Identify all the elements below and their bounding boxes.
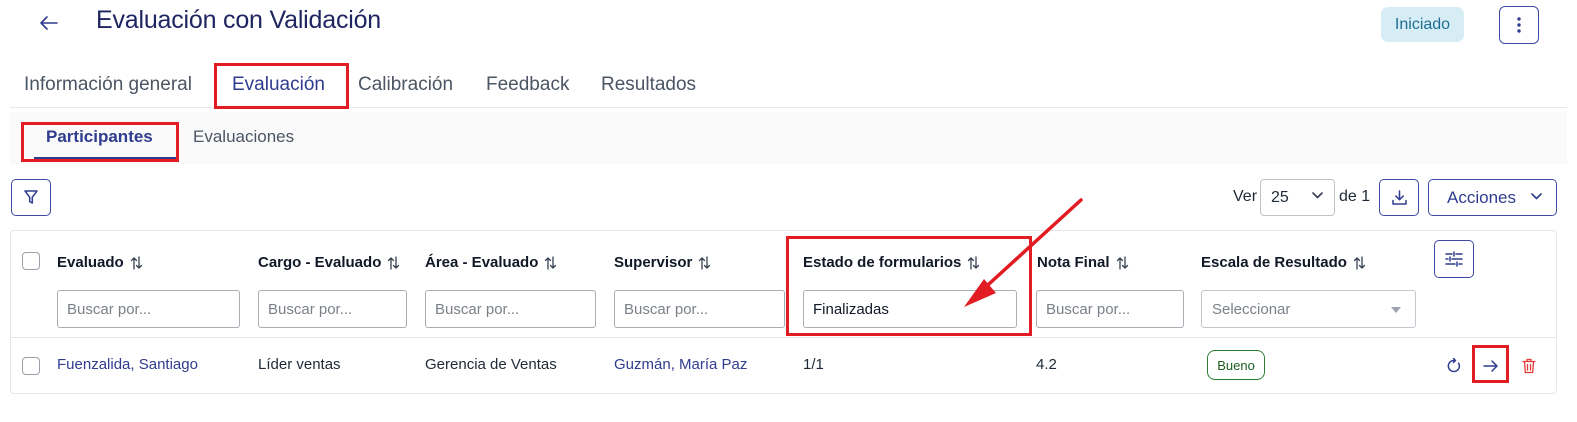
highlight-subtab-participantes: [21, 122, 179, 162]
tab-resultados[interactable]: Resultados: [601, 64, 696, 106]
subtab-evaluaciones[interactable]: Evaluaciones: [193, 112, 294, 162]
tab-calibracion[interactable]: Calibración: [358, 64, 453, 106]
column-header-supervisor[interactable]: Supervisor: [614, 254, 711, 271]
tab-informacion-general[interactable]: Información general: [24, 64, 192, 106]
sort-icon[interactable]: [130, 255, 143, 270]
highlight-estado-column: [786, 236, 1032, 336]
column-header-escala[interactable]: Escala de Resultado: [1201, 254, 1366, 271]
sort-icon[interactable]: [544, 255, 557, 270]
cargo-search-input[interactable]: [258, 290, 407, 328]
column-header-evaluado[interactable]: Evaluado: [57, 254, 143, 271]
total-pages-label: de 1: [1339, 188, 1371, 205]
supervisor-search-input[interactable]: [614, 290, 785, 328]
escala-select-placeholder: Seleccionar: [1212, 300, 1291, 318]
acciones-button[interactable]: Acciones: [1428, 179, 1557, 216]
sort-icon[interactable]: [1353, 255, 1366, 270]
column-label: Cargo - Evaluado: [258, 254, 382, 271]
tab-feedback[interactable]: Feedback: [486, 64, 569, 106]
cell-estado: 1/1: [803, 356, 824, 373]
cell-nota-final: 4.2: [1036, 356, 1057, 373]
trash-icon[interactable]: [1517, 354, 1541, 378]
caret-down-icon: [1391, 307, 1401, 313]
page-title: Evaluación con Validación: [96, 6, 382, 34]
sub-tabs: Participantes Evaluaciones: [10, 112, 1567, 164]
cell-area: Gerencia de Ventas: [425, 356, 557, 373]
status-badge: Iniciado: [1381, 7, 1464, 42]
column-label: Nota Final: [1037, 254, 1110, 271]
page-size-value: 25: [1271, 188, 1289, 206]
column-label: Escala de Resultado: [1201, 254, 1347, 271]
row-checkbox[interactable]: [22, 357, 40, 375]
column-header-cargo[interactable]: Cargo - Evaluado: [258, 254, 400, 271]
result-badge: Bueno: [1207, 350, 1265, 380]
area-search-input[interactable]: [425, 290, 596, 328]
sort-icon[interactable]: [387, 255, 400, 270]
page-size-select[interactable]: 25: [1260, 179, 1335, 216]
page-size-label: Ver: [1233, 188, 1258, 205]
cell-cargo: Líder ventas: [258, 356, 341, 373]
filter-button[interactable]: [11, 179, 51, 216]
column-header-nota-final[interactable]: Nota Final: [1037, 254, 1129, 271]
column-label: Supervisor: [614, 254, 693, 271]
highlight-go-button: [1472, 345, 1509, 383]
column-label: Evaluado: [57, 254, 124, 271]
sliders-icon: [1445, 251, 1463, 267]
header-divider: [11, 337, 1556, 338]
filter-icon: [24, 190, 38, 204]
column-label: Área - Evaluado: [425, 254, 539, 271]
cell-evaluado-link[interactable]: Fuenzalida, Santiago: [57, 356, 198, 373]
sort-icon[interactable]: [1116, 255, 1129, 270]
nota-final-search-input[interactable]: [1036, 290, 1184, 328]
select-all-checkbox[interactable]: [22, 252, 40, 270]
back-arrow-icon[interactable]: [36, 10, 62, 36]
escala-select[interactable]: Seleccionar: [1201, 290, 1416, 328]
sort-icon[interactable]: [698, 255, 711, 270]
evaluado-search-input[interactable]: [57, 290, 240, 328]
column-settings-button[interactable]: [1434, 240, 1474, 278]
cell-supervisor-link[interactable]: Guzmán, María Paz: [614, 356, 747, 373]
chevron-down-icon: [1312, 192, 1323, 199]
acciones-label: Acciones: [1447, 187, 1516, 207]
refresh-icon[interactable]: [1442, 354, 1466, 378]
participants-table: Evaluado Cargo - Evaluado Área - Evaluad…: [10, 230, 1557, 394]
download-icon: [1391, 190, 1407, 205]
column-header-area[interactable]: Área - Evaluado: [425, 254, 557, 271]
chevron-down-icon: [1531, 193, 1542, 200]
highlight-tab-evaluacion: [214, 63, 349, 109]
download-button[interactable]: [1379, 179, 1419, 216]
more-options-button[interactable]: [1499, 6, 1539, 44]
